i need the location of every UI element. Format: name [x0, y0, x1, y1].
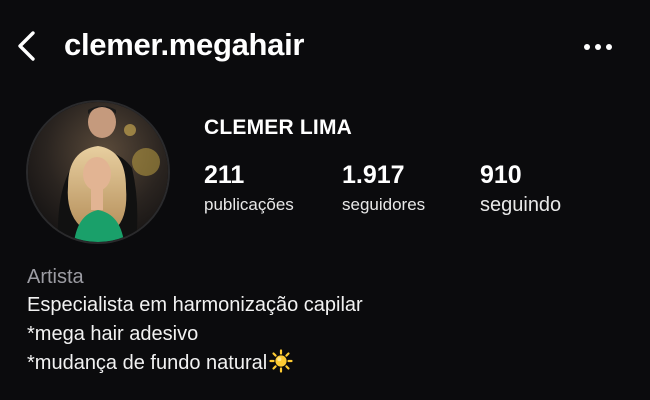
back-button[interactable]	[10, 28, 44, 64]
avatar[interactable]	[26, 100, 170, 244]
display-name: CLEMER LIMA	[204, 116, 353, 139]
followers-value: 1.917	[342, 161, 405, 189]
profile-photo	[28, 102, 168, 242]
bio-line-with-emoji: *mudança de fundo natural	[27, 349, 627, 378]
chevron-left-icon	[18, 31, 35, 61]
posts-count[interactable]: 211 publicações	[204, 160, 294, 216]
following-value: 910	[480, 161, 522, 189]
profile-header: clemer.megahair	[0, 0, 650, 92]
bio-line-text: *mudança de fundo natural	[27, 352, 268, 374]
followers-label: seguidores	[342, 195, 426, 214]
more-horizontal-icon	[584, 44, 612, 50]
following-label: seguindo	[480, 194, 562, 216]
posts-value: 211	[204, 161, 245, 189]
bio-line: *mega hair adesivo	[27, 323, 199, 345]
bio-line: Especialista em harmonização capilar	[27, 294, 363, 316]
profile-username: clemer.megahair	[64, 27, 305, 62]
profile-bio: Artista Especialista em harmonização cap…	[27, 263, 627, 378]
sun-emoji-icon	[269, 349, 293, 373]
more-options-button[interactable]	[576, 30, 620, 64]
followers-count[interactable]: 1.917 seguidores	[342, 160, 425, 216]
posts-label: publicações	[204, 195, 294, 214]
following-count[interactable]: 910 seguindo	[480, 160, 561, 216]
profile-category: Artista	[27, 266, 84, 288]
